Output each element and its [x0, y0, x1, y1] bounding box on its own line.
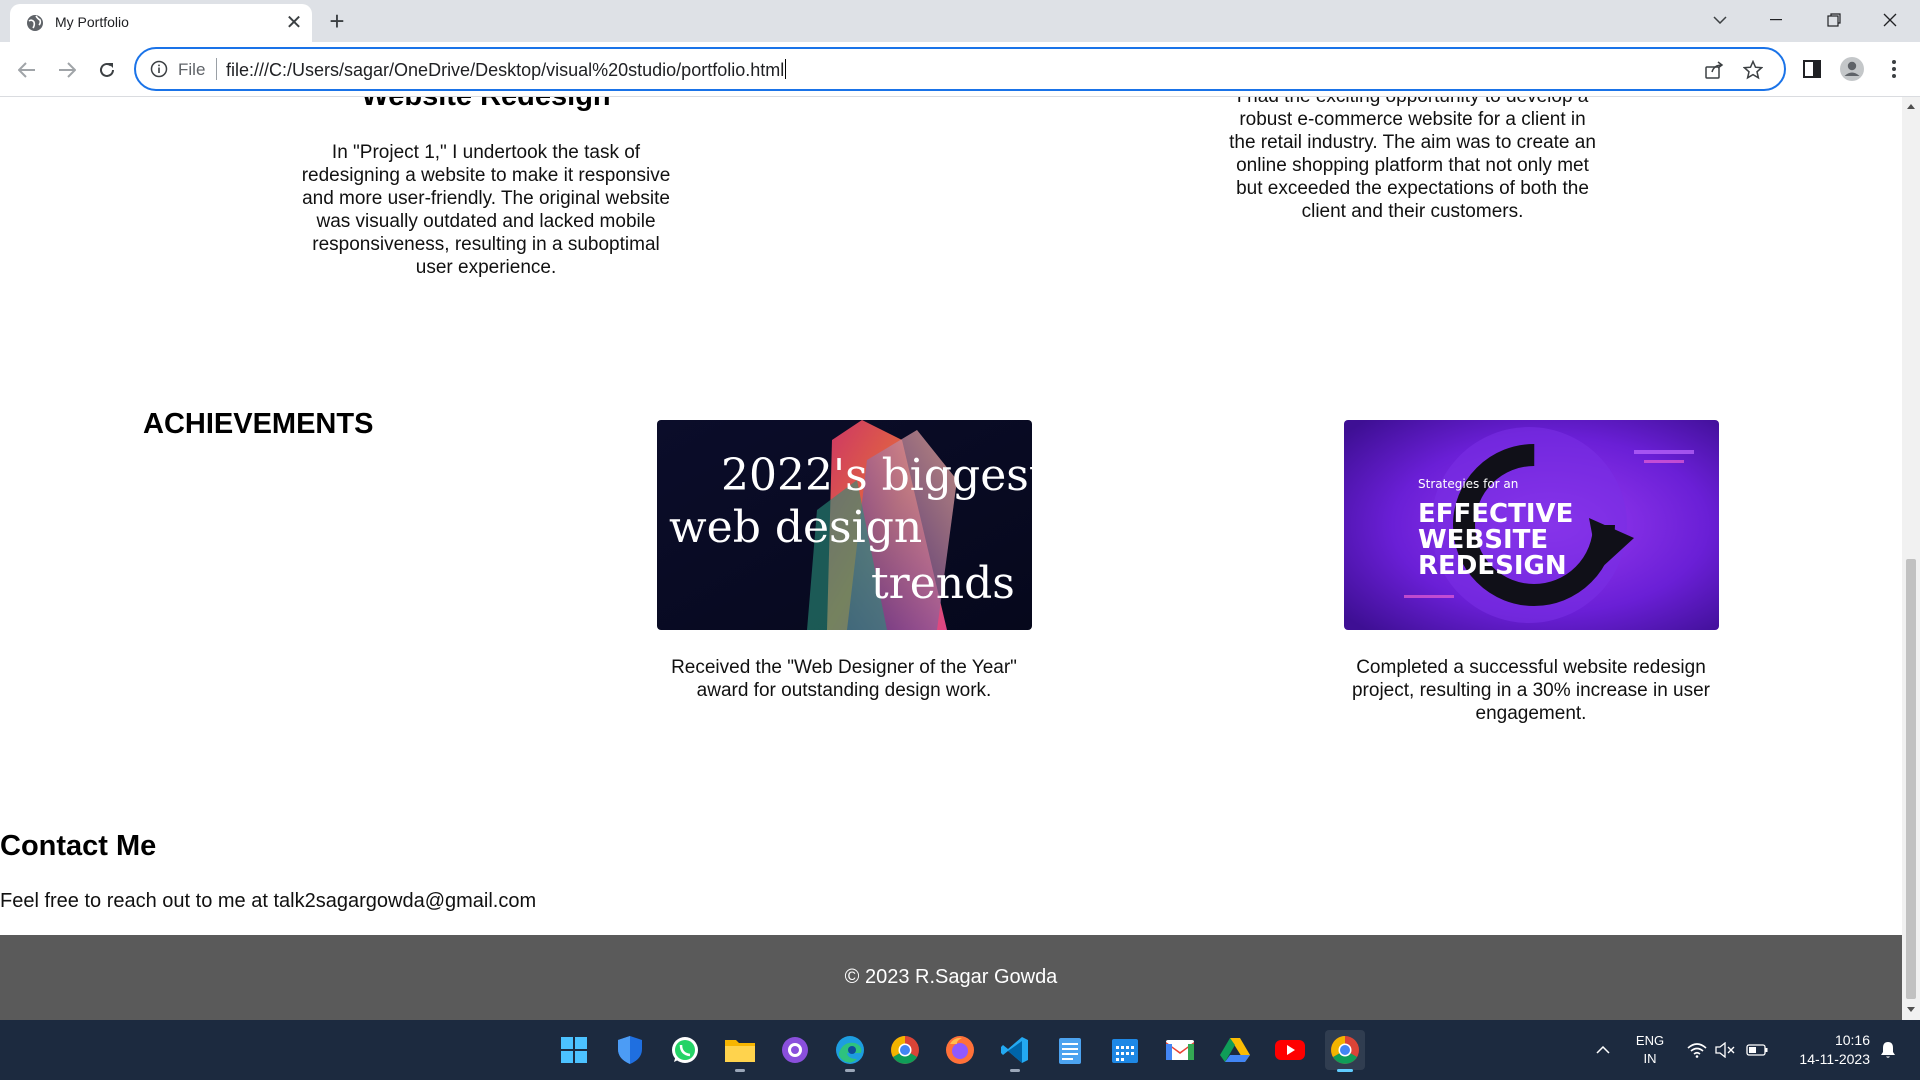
calendar-icon[interactable] [1105, 1030, 1145, 1070]
image-text-line-1: 2022's biggest [721, 450, 1032, 501]
region-code: IN [1643, 1051, 1657, 1066]
running-indicator [1010, 1069, 1020, 1072]
start-icon[interactable] [554, 1030, 594, 1070]
google-drive-icon[interactable] [1215, 1030, 1255, 1070]
profile-avatar-icon[interactable] [1838, 55, 1866, 83]
browser-toolbar: File file:///C:/Users/sagar/OneDrive/Des… [0, 42, 1920, 97]
chrome-active-icon[interactable] [1325, 1030, 1365, 1072]
forward-arrow-icon[interactable] [51, 54, 83, 86]
scheme-label: File [178, 60, 206, 79]
site-info-icon[interactable] [150, 60, 168, 78]
project-card-1: Website Redesign In "Project 1," I under… [296, 97, 676, 279]
tab-strip: My Portfolio ✕ + [0, 0, 1920, 42]
minimize-icon[interactable] [1748, 0, 1804, 40]
running-indicator [845, 1069, 855, 1072]
image-text-line-1: Strategies for an [1418, 477, 1518, 491]
scroll-up-arrow-icon[interactable] [1905, 101, 1917, 113]
clock[interactable]: 10:16 14-11-2023 [1782, 1020, 1870, 1080]
bookmark-star-icon[interactable] [1742, 59, 1764, 81]
scrollbar-thumb[interactable] [1906, 559, 1916, 999]
chrome-icon[interactable] [885, 1030, 925, 1070]
language-code: ENG [1635, 1033, 1665, 1048]
project-description: In "Project 1," I undertook the task of … [301, 142, 671, 278]
image-text-line-2: web design [669, 502, 922, 553]
close-window-icon[interactable] [1862, 0, 1918, 40]
restore-icon[interactable] [1806, 0, 1862, 40]
firefox-icon[interactable] [940, 1030, 980, 1070]
file-explorer-icon[interactable] [720, 1030, 760, 1072]
scheme-separator [216, 58, 217, 80]
image-text-line-4: REDESIGN [1418, 551, 1567, 581]
web-design-trends-image: 2022's biggest web design trends [656, 420, 1032, 630]
language-indicator[interactable]: ENG IN [1628, 1020, 1672, 1080]
tab-title: My Portfolio [55, 14, 129, 30]
close-tab-icon[interactable]: ✕ [282, 11, 306, 35]
defender-icon[interactable] [610, 1030, 650, 1070]
youtube-icon[interactable] [1270, 1030, 1310, 1070]
url-text[interactable]: file:///C:/Users/sagar/OneDrive/Desktop/… [226, 59, 787, 81]
new-tab-button[interactable]: + [322, 6, 352, 36]
project-title: Website Redesign [296, 97, 676, 111]
vertical-scrollbar[interactable] [1902, 97, 1920, 1020]
back-arrow-icon[interactable] [11, 54, 43, 86]
effective-website-redesign-image: Strategies for an EFFECTIVE WEBSITE REDE… [1343, 420, 1719, 630]
wifi-icon[interactable] [1684, 1020, 1710, 1080]
running-indicator [735, 1069, 745, 1072]
clock-date: 14-11-2023 [1799, 1051, 1870, 1067]
project-description: I had the exciting opportunity to develo… [1229, 97, 1596, 222]
show-hidden-icons-chevron-icon[interactable] [1588, 1020, 1618, 1080]
achievement-card-1: 2022's biggest web design trends Receive… [654, 420, 1034, 702]
reload-icon[interactable] [91, 54, 123, 86]
github-desktop-icon[interactable] [775, 1030, 815, 1070]
more-menu-icon[interactable] [1880, 55, 1908, 83]
notification-bell-icon[interactable] [1874, 1020, 1902, 1080]
vscode-icon[interactable] [995, 1030, 1035, 1072]
tab-my-portfolio[interactable]: My Portfolio ✕ [10, 4, 312, 42]
whatsapp-icon[interactable] [665, 1030, 705, 1070]
battery-icon[interactable] [1744, 1020, 1770, 1080]
achievements-heading: ACHIEVEMENTS [143, 408, 374, 440]
tab-search-chevron-icon[interactable] [1692, 0, 1748, 40]
volume-muted-icon[interactable] [1712, 1020, 1738, 1080]
footer-copyright: © 2023 R.Sagar Gowda [844, 966, 1058, 988]
windows-taskbar: ENG IN 10:16 14-11-2023 [0, 1020, 1920, 1080]
contact-heading: Contact Me [0, 830, 157, 862]
achievement-caption: Completed a successful website redesign … [1351, 657, 1711, 724]
notepad-icon[interactable] [1050, 1030, 1090, 1070]
gmail-icon[interactable] [1160, 1030, 1200, 1070]
project-card-2: I had the exciting opportunity to develo… [1225, 97, 1600, 223]
achievement-caption: Received the "Web Designer of the Year" … [671, 657, 1017, 701]
achievement-card-2: Strategies for an EFFECTIVE WEBSITE REDE… [1341, 420, 1721, 725]
scroll-down-arrow-icon[interactable] [1905, 1003, 1917, 1015]
page-viewport: Website Redesign In "Project 1," I under… [0, 97, 1902, 1020]
side-panel-icon[interactable] [1798, 55, 1826, 83]
edge-icon[interactable] [830, 1030, 870, 1072]
globe-icon [27, 15, 43, 31]
running-indicator [1337, 1069, 1353, 1072]
page-footer: © 2023 R.Sagar Gowda [0, 935, 1902, 1020]
image-text-line-3: trends [871, 558, 1015, 609]
address-bar[interactable]: File file:///C:/Users/sagar/OneDrive/Des… [134, 47, 1786, 91]
share-icon[interactable] [1704, 59, 1726, 81]
clock-time: 10:16 [1834, 1032, 1870, 1048]
contact-text: Feel free to reach out to me at talk2sag… [0, 890, 537, 912]
